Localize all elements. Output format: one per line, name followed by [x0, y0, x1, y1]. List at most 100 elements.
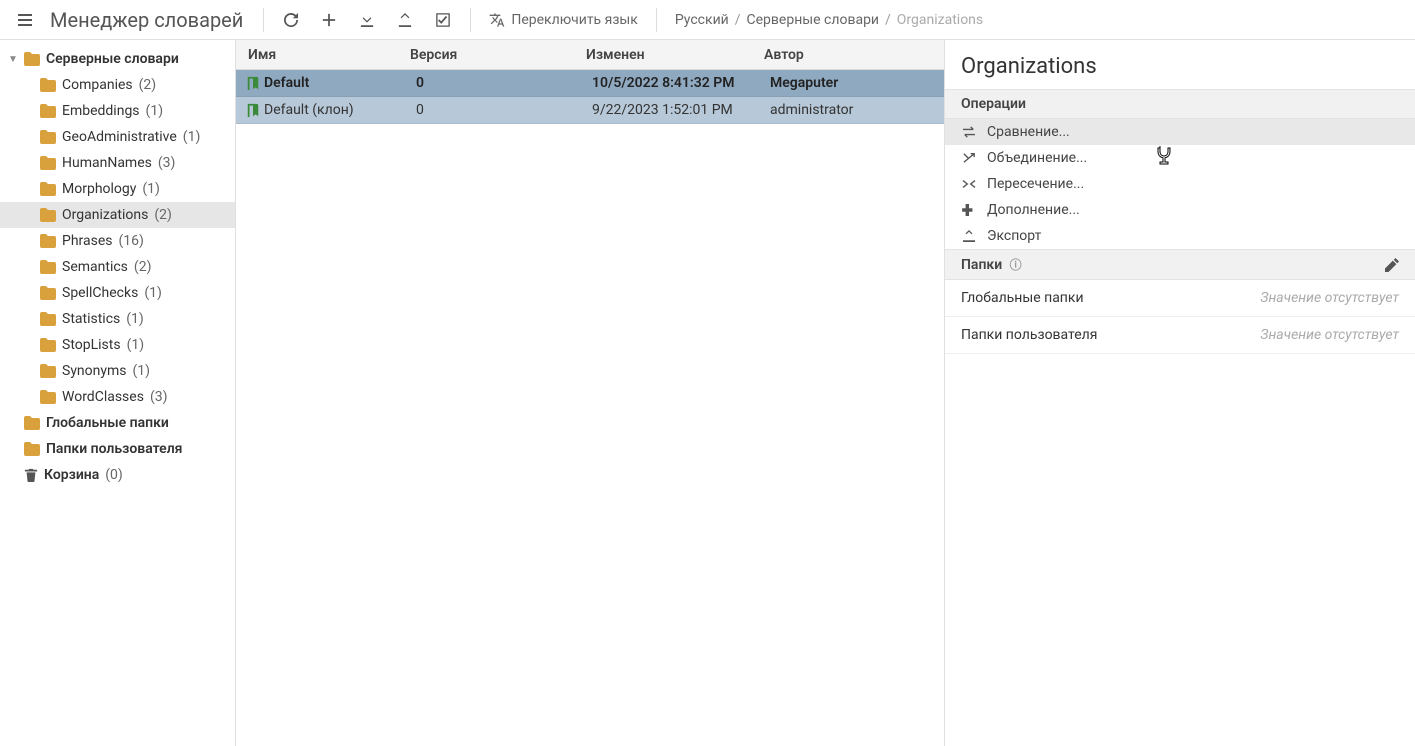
- tree-count: (1): [127, 337, 145, 353]
- op-label: Сравнение...: [987, 124, 1070, 140]
- edit-folders-button[interactable]: [1385, 258, 1399, 272]
- refresh-icon: [284, 13, 298, 27]
- tree-trash[interactable]: Корзина (0): [0, 462, 235, 488]
- folder-icon: [24, 416, 40, 430]
- folder-row-value: Значение отсутствует: [1260, 290, 1399, 306]
- tree-label: GeoAdministrative: [62, 129, 177, 145]
- upload-button[interactable]: [388, 3, 422, 37]
- operation-compare[interactable]: Сравнение...: [945, 119, 1415, 145]
- sidebar-item-semantics[interactable]: Semantics (2): [0, 254, 235, 280]
- tree-label: HumanNames: [62, 155, 152, 171]
- caret-down-icon: ▼: [8, 54, 18, 65]
- tree-count: (2): [134, 259, 152, 275]
- op-label: Экспорт: [987, 228, 1041, 244]
- tree-label: Semantics: [62, 259, 128, 275]
- folder-icon: [40, 390, 56, 404]
- tree-count: (1): [144, 285, 162, 301]
- folders-header-label: Папки: [961, 257, 1002, 273]
- page-title: Менеджер словарей: [46, 8, 253, 32]
- intersection-icon: [961, 178, 977, 190]
- tree-label: Morphology: [62, 181, 136, 197]
- sidebar-item-wordclasses[interactable]: WordClasses (3): [0, 384, 235, 410]
- tree-label: Папки пользователя: [46, 441, 182, 457]
- table-row[interactable]: Default (клон) 0 9/22/2023 1:52:01 PM ad…: [236, 97, 944, 124]
- menu-button[interactable]: [8, 3, 42, 37]
- sidebar-item-humannames[interactable]: HumanNames (3): [0, 150, 235, 176]
- col-modified[interactable]: Изменен: [586, 47, 764, 63]
- operation-complement[interactable]: Дополнение...: [945, 197, 1415, 223]
- op-label: Пересечение...: [987, 176, 1084, 192]
- tree-root[interactable]: ▼ Серверные словари: [0, 46, 235, 72]
- tree-user-folders[interactable]: Папки пользователя: [0, 436, 235, 462]
- operation-union[interactable]: Объединение...: [945, 145, 1415, 171]
- check-button[interactable]: [426, 3, 460, 37]
- operations-header: Операции: [945, 89, 1415, 119]
- sidebar-item-geoadministrative[interactable]: GeoAdministrative (1): [0, 124, 235, 150]
- sidebar-item-organizations[interactable]: Organizations (2): [0, 202, 235, 228]
- tree-global-folders[interactable]: Глобальные папки: [0, 410, 235, 436]
- col-name[interactable]: Имя: [236, 47, 410, 63]
- add-button[interactable]: [312, 3, 346, 37]
- breadcrumb: Русский / Серверные словари / Organizati…: [667, 12, 983, 28]
- breadcrumb-link[interactable]: Русский: [675, 12, 729, 28]
- folder-row-label: Папки пользователя: [961, 327, 1097, 343]
- download-button[interactable]: [350, 3, 384, 37]
- tree-label: Organizations: [62, 207, 148, 223]
- right-panel: Organizations Операции Сравнение... Объе…: [945, 40, 1415, 746]
- hamburger-icon: [17, 12, 33, 28]
- sidebar-item-statistics[interactable]: Statistics (1): [0, 306, 235, 332]
- folders-header: Папки ⓘ: [945, 249, 1415, 280]
- tree-label: WordClasses: [62, 389, 144, 405]
- cell-author: Megaputer: [770, 75, 944, 91]
- cell-name: Default: [264, 75, 416, 91]
- check-icon: [436, 13, 450, 27]
- complement-icon: [961, 204, 977, 216]
- tree-label: Глобальные папки: [46, 415, 169, 431]
- cell-modified: 10/5/2022 8:41:32 PM: [592, 75, 770, 91]
- plus-icon: [322, 13, 336, 27]
- tree-label: Phrases: [62, 233, 113, 249]
- translate-icon: [489, 12, 505, 28]
- tree-count: (1): [146, 103, 164, 119]
- union-icon: [961, 152, 977, 164]
- pencil-icon: [1385, 258, 1399, 272]
- folder-icon: [40, 156, 56, 170]
- refresh-button[interactable]: [274, 3, 308, 37]
- folder-icon: [40, 338, 56, 352]
- sidebar-item-embeddings[interactable]: Embeddings (1): [0, 98, 235, 124]
- operation-intersection[interactable]: Пересечение...: [945, 171, 1415, 197]
- breadcrumb-current: Organizations: [897, 12, 983, 28]
- col-version[interactable]: Версия: [410, 47, 586, 63]
- breadcrumb-sep: /: [885, 12, 891, 28]
- tree-label: Statistics: [62, 311, 120, 327]
- switch-language-button[interactable]: Переключить язык: [481, 12, 646, 28]
- tree-label: Companies: [62, 77, 133, 93]
- folder-row-value: Значение отсутствует: [1260, 327, 1399, 343]
- folder-icon: [40, 104, 56, 118]
- sidebar-item-morphology[interactable]: Morphology (1): [0, 176, 235, 202]
- folder-icon: [40, 208, 56, 222]
- tree-count: (1): [142, 181, 160, 197]
- tree-count: (1): [133, 363, 151, 379]
- info-icon[interactable]: ⓘ: [1010, 258, 1022, 272]
- op-label: Объединение...: [987, 150, 1087, 166]
- tree-label: Корзина: [44, 467, 99, 483]
- sidebar-item-phrases[interactable]: Phrases (16): [0, 228, 235, 254]
- sidebar-item-spellchecks[interactable]: SpellChecks (1): [0, 280, 235, 306]
- trash-icon: [24, 468, 38, 482]
- cell-version: 0: [416, 102, 592, 118]
- sidebar-item-companies[interactable]: Companies (2): [0, 72, 235, 98]
- col-author[interactable]: Автор: [764, 47, 944, 63]
- tree-label: Embeddings: [62, 103, 140, 119]
- tree-count: (3): [150, 389, 168, 405]
- operation-export[interactable]: Экспорт: [945, 223, 1415, 249]
- tree-label: StopLists: [62, 337, 121, 353]
- folder-icon: [40, 286, 56, 300]
- cell-author: administrator: [770, 102, 944, 118]
- sidebar-item-synonyms[interactable]: Synonyms (1): [0, 358, 235, 384]
- download-icon: [360, 13, 374, 27]
- table-row[interactable]: Default 0 10/5/2022 8:41:32 PM Megaputer: [236, 70, 944, 97]
- tree-count: (2): [154, 207, 172, 223]
- sidebar-item-stoplists[interactable]: StopLists (1): [0, 332, 235, 358]
- breadcrumb-link[interactable]: Серверные словари: [747, 12, 880, 28]
